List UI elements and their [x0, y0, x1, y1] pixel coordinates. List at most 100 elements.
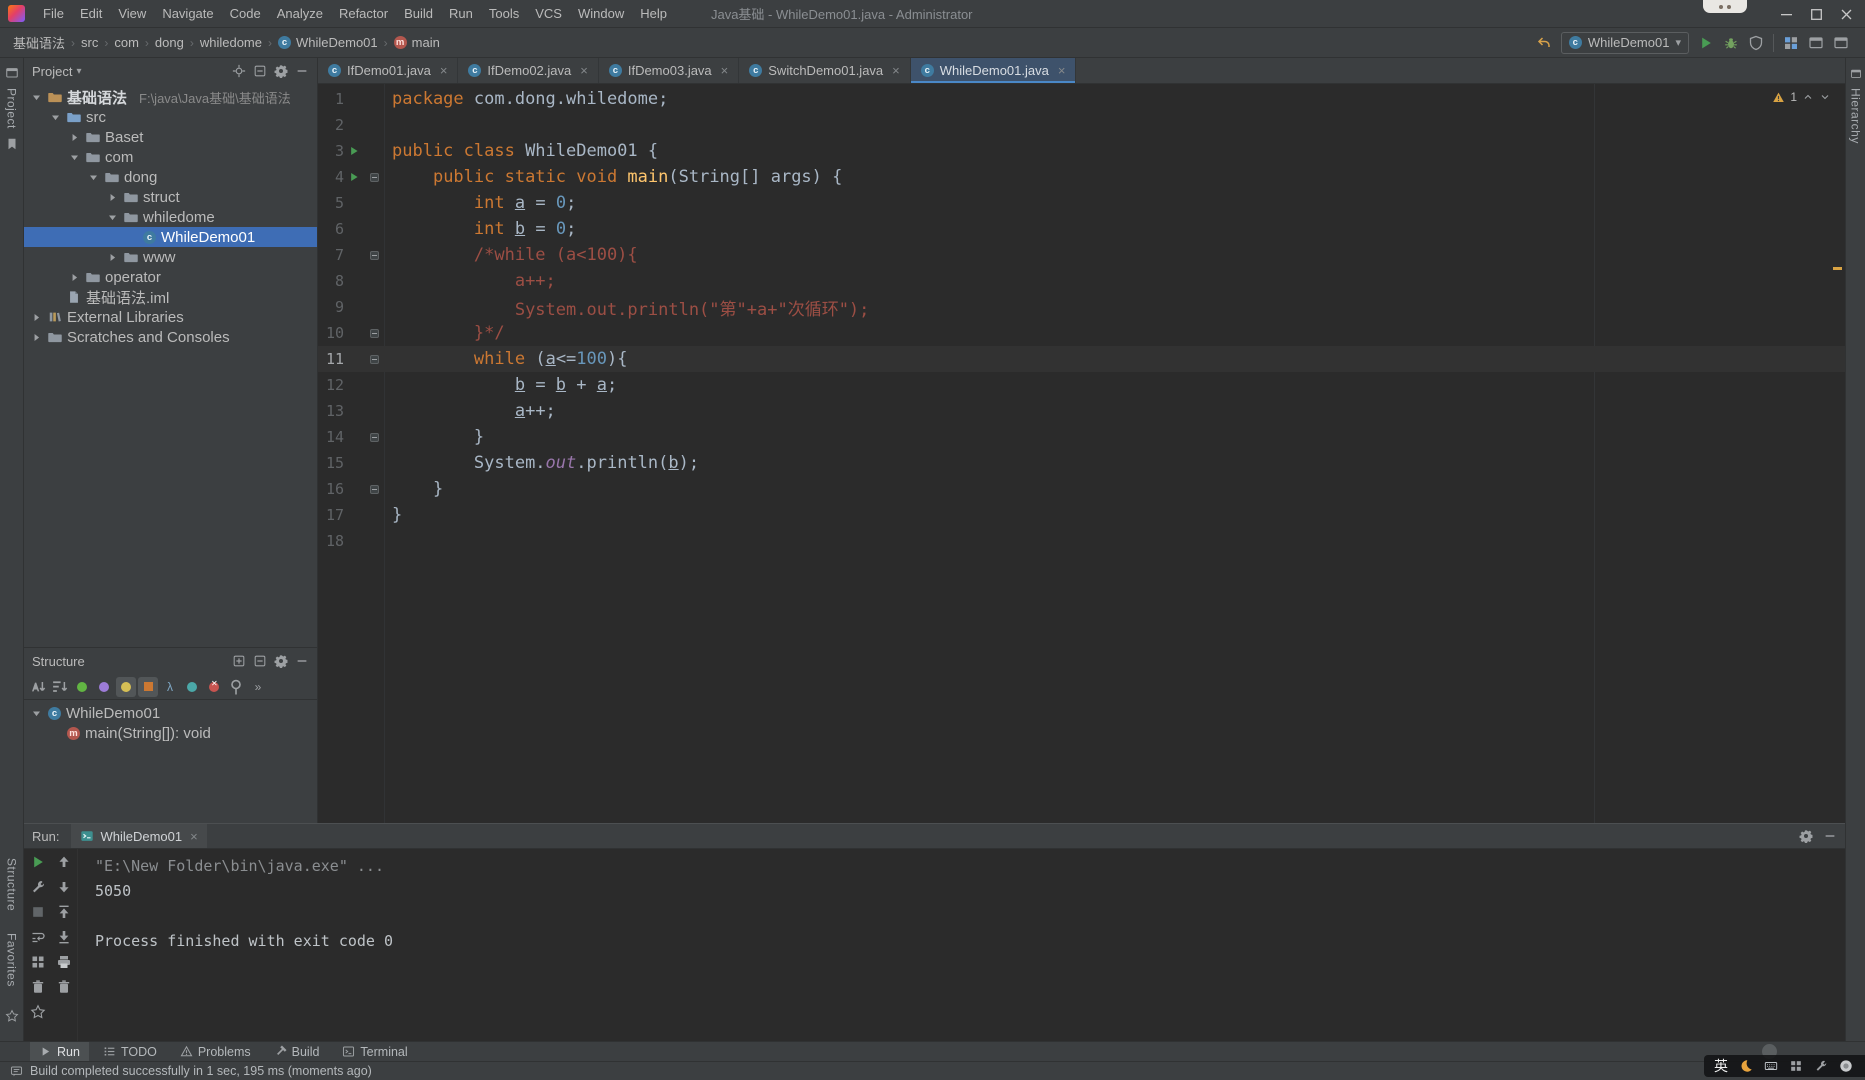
project-tree-item[interactable]: External Libraries: [24, 307, 317, 327]
collapse-icon[interactable]: [253, 654, 267, 668]
close-tab-icon[interactable]: ×: [892, 63, 900, 78]
bookmark-icon[interactable]: [5, 137, 19, 151]
down-icon[interactable]: [56, 879, 72, 895]
code-line[interactable]: 6 int b = 0;: [318, 216, 1845, 242]
editor-tab[interactable]: cIfDemo01.java×: [318, 58, 458, 83]
code-line[interactable]: 1package com.dong.whiledome;: [318, 86, 1845, 112]
close-tab-icon[interactable]: ×: [440, 63, 448, 78]
menu-analyze[interactable]: Analyze: [269, 0, 331, 27]
locate-icon[interactable]: [232, 64, 246, 78]
maximize-button[interactable]: [1801, 0, 1831, 28]
code-line[interactable]: 13 a++;: [318, 398, 1845, 424]
fold-marker-icon[interactable]: [370, 173, 379, 182]
sort-by-visibility-icon[interactable]: [50, 677, 70, 697]
show-methods-icon[interactable]: [116, 677, 136, 697]
chevron-right-icon[interactable]: [68, 271, 81, 284]
breadcrumb-item[interactable]: src: [78, 35, 101, 50]
menu-refactor[interactable]: Refactor: [331, 0, 396, 27]
show-fields-icon[interactable]: [72, 677, 92, 697]
hide-icon[interactable]: [295, 654, 309, 668]
menu-vcs[interactable]: VCS: [527, 0, 570, 27]
menu-navigate[interactable]: Navigate: [154, 0, 221, 27]
menu-window[interactable]: Window: [570, 0, 632, 27]
code-line[interactable]: 14 }: [318, 424, 1845, 450]
bottom-tab-todo[interactable]: TODO: [94, 1042, 166, 1061]
tool-button-favorites[interactable]: Favorites: [5, 933, 19, 987]
project-tree-item[interactable]: cWhileDemo01: [24, 227, 317, 247]
ime-mini-pill[interactable]: [1703, 0, 1747, 13]
project-tree-item[interactable]: com: [24, 147, 317, 167]
show-lambdas-icon[interactable]: λ: [160, 677, 180, 697]
chevron-right-icon[interactable]: [106, 251, 119, 264]
project-structure-icon[interactable]: [1783, 35, 1799, 51]
code-line[interactable]: 10 }*/: [318, 320, 1845, 346]
fold-marker-icon[interactable]: [370, 485, 379, 494]
show-inherited-icon[interactable]: [138, 677, 158, 697]
bottom-tab-terminal[interactable]: Terminal: [333, 1042, 416, 1061]
code-line[interactable]: 4 public static void main(String[] args)…: [318, 164, 1845, 190]
moon-icon[interactable]: [1739, 1059, 1753, 1073]
console-output[interactable]: "E:\New Folder\bin\java.exe" ...5050 Pro…: [78, 849, 1845, 1041]
sort-alphabetically-icon[interactable]: [28, 677, 48, 697]
run-gutter-icon[interactable]: [348, 171, 360, 183]
code-line[interactable]: 9 System.out.println("第"+a+"次循环");: [318, 294, 1845, 320]
menu-tools[interactable]: Tools: [481, 0, 527, 27]
code-editor[interactable]: 1 1package com.dong.whiledome;23public c…: [318, 84, 1845, 823]
grid-icon[interactable]: [1789, 1059, 1803, 1073]
editor-tab[interactable]: cSwitchDemo01.java×: [739, 58, 910, 83]
fold-marker-icon[interactable]: [370, 433, 379, 442]
close-button[interactable]: [1831, 0, 1861, 28]
project-tree-item[interactable]: Scratches and Consoles: [24, 327, 317, 347]
star-icon[interactable]: [30, 1004, 46, 1020]
breadcrumb-item[interactable]: com: [111, 35, 142, 50]
project-tree-item[interactable]: dong: [24, 167, 317, 187]
menu-file[interactable]: File: [35, 0, 72, 27]
ime-language-indicator[interactable]: 英: [1714, 1056, 1728, 1076]
project-tree-item[interactable]: operator: [24, 267, 317, 287]
editor-tab[interactable]: cWhileDemo01.java×: [911, 58, 1077, 83]
tool-button-hierarchy[interactable]: Hierarchy: [1849, 88, 1863, 144]
chevron-down-icon[interactable]: [87, 171, 100, 184]
tool-button-project[interactable]: Project: [5, 88, 19, 129]
logo-icon[interactable]: [1839, 1059, 1853, 1073]
coverage-icon[interactable]: [1748, 35, 1764, 51]
chevron-down-icon[interactable]: [68, 151, 81, 164]
trash-icon[interactable]: [30, 979, 46, 995]
menu-code[interactable]: Code: [222, 0, 269, 27]
chevron-down-icon[interactable]: [30, 91, 43, 104]
tool-window-icon[interactable]: [1850, 68, 1862, 80]
close-tab-icon[interactable]: ×: [1058, 63, 1066, 78]
structure-tree-item[interactable]: cWhileDemo01: [24, 703, 317, 723]
code-line[interactable]: 17}: [318, 502, 1845, 528]
fold-marker-icon[interactable]: [370, 329, 379, 338]
jump-top-icon[interactable]: [56, 904, 72, 920]
run-gutter-icon[interactable]: [348, 145, 360, 157]
show-non-public-icon[interactable]: [94, 677, 114, 697]
softwrap-icon[interactable]: [30, 929, 46, 945]
breadcrumb-item[interactable]: cWhileDemo01: [275, 35, 381, 50]
menu-edit[interactable]: Edit: [72, 0, 110, 27]
clear-icon[interactable]: [56, 979, 72, 995]
more-icon[interactable]: »: [248, 677, 268, 697]
close-icon[interactable]: ×: [190, 829, 198, 844]
code-line[interactable]: 16 }: [318, 476, 1845, 502]
breadcrumb-item[interactable]: dong: [152, 35, 187, 50]
project-tree-item[interactable]: struct: [24, 187, 317, 207]
project-tree-item[interactable]: src: [24, 107, 317, 127]
window2-icon[interactable]: [1833, 35, 1849, 51]
menu-run[interactable]: Run: [441, 0, 481, 27]
filter-non-public-icon[interactable]: [204, 677, 224, 697]
favorites-star-icon[interactable]: [5, 1009, 19, 1023]
editor-tab[interactable]: cIfDemo03.java×: [599, 58, 739, 83]
inspections-widget[interactable]: 1: [1772, 90, 1831, 104]
project-tree-item[interactable]: www: [24, 247, 317, 267]
fold-marker-icon[interactable]: [370, 251, 379, 260]
run-config-selector[interactable]: cWhileDemo01▾: [1561, 32, 1689, 54]
menu-build[interactable]: Build: [396, 0, 441, 27]
project-tree-item[interactable]: 基础语法F:\java\Java基础\基础语法: [24, 87, 317, 107]
bottom-tab-run[interactable]: Run: [30, 1042, 89, 1061]
rerun-icon[interactable]: [30, 854, 46, 870]
stop-icon[interactable]: [30, 904, 46, 920]
chevron-right-icon[interactable]: [68, 131, 81, 144]
code-line[interactable]: 8 a++;: [318, 268, 1845, 294]
